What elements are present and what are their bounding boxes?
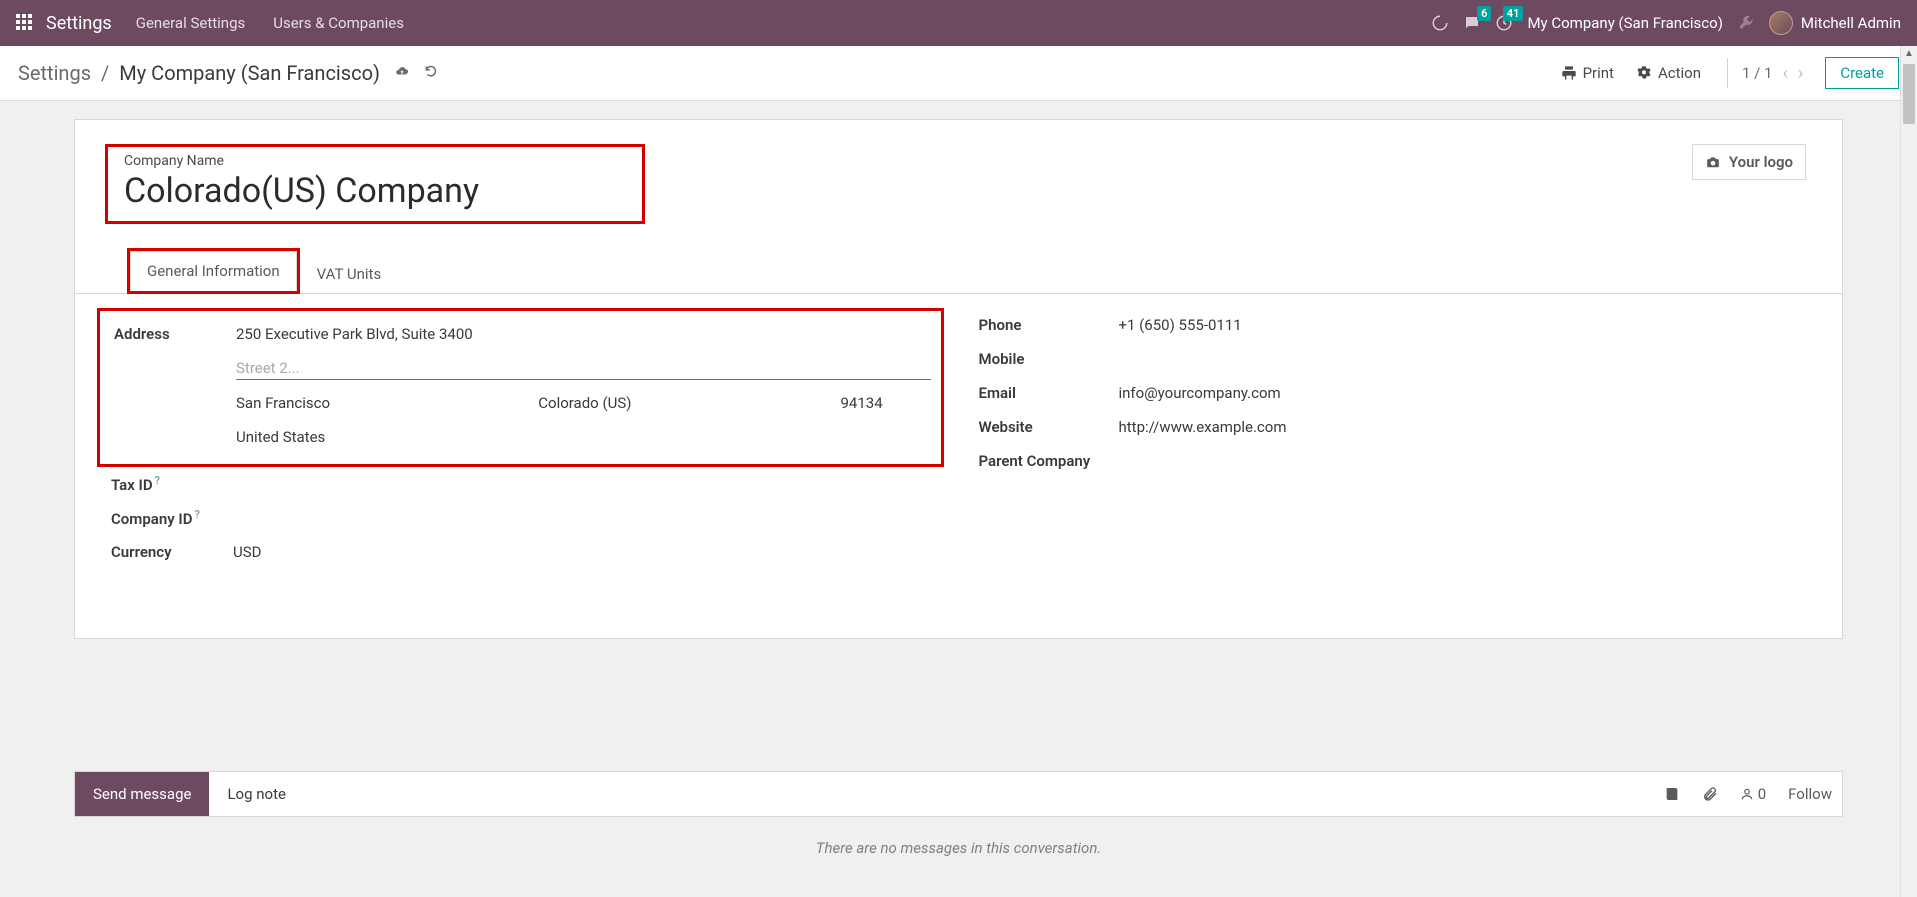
tab-general-information[interactable]: General Information [130, 251, 297, 291]
address-highlight: Address 250 Executive Park Blvd, Suite 3… [97, 308, 944, 467]
book-icon[interactable] [1664, 786, 1680, 802]
currency-value[interactable]: USD [233, 543, 939, 561]
scroll-up-icon[interactable]: ▲ [1901, 48, 1917, 59]
breadcrumb-current: My Company (San Francisco) [119, 61, 380, 85]
parent-company-label: Parent Company [979, 452, 1119, 470]
cloud-upload-icon[interactable] [394, 64, 410, 82]
company-name-value[interactable]: Colorado(US) Company [124, 171, 626, 211]
wrench-icon[interactable] [1737, 14, 1755, 32]
pager-text: 1 / 1 [1742, 64, 1773, 82]
form-right-column: Phone +1 (650) 555-0111 Mobile Email inf… [979, 308, 1807, 569]
send-message-button[interactable]: Send message [75, 772, 209, 816]
top-nav: Settings General Settings Users & Compan… [0, 0, 1917, 46]
currency-label: Currency [111, 543, 233, 561]
brand-title[interactable]: Settings [46, 13, 112, 34]
log-note-button[interactable]: Log note [209, 785, 303, 803]
tab-vat-label: VAT Units [317, 265, 382, 283]
pager-prev-icon[interactable]: ‹ [1783, 63, 1788, 84]
avatar [1769, 11, 1793, 35]
taxid-help-icon[interactable]: ? [155, 474, 160, 487]
topnav-company[interactable]: My Company (San Francisco) [1527, 14, 1722, 32]
chat-badge: 6 [1477, 6, 1491, 21]
undo-icon[interactable] [424, 64, 438, 82]
address-label: Address [114, 325, 236, 343]
pager-next-icon[interactable]: › [1798, 63, 1803, 84]
action-button[interactable]: Action [1636, 64, 1701, 82]
spinner-icon[interactable] [1431, 14, 1449, 32]
create-button[interactable]: Create [1825, 57, 1899, 89]
companyid-label: Company ID? [111, 508, 233, 528]
zip-value[interactable]: 94134 [841, 394, 931, 412]
company-name-label: Company Name [124, 153, 626, 169]
page-body: Company Name Colorado(US) Company Your l… [0, 101, 1917, 897]
print-button[interactable]: Print [1561, 64, 1614, 82]
log-note-label: Log note [227, 785, 285, 803]
phone-label: Phone [979, 316, 1119, 334]
follow-button[interactable]: Follow [1788, 785, 1832, 803]
phone-value[interactable]: +1 (650) 555-0111 [1119, 316, 1807, 334]
street2-input[interactable] [236, 357, 931, 380]
taxid-label: Tax ID? [111, 474, 233, 494]
city-value[interactable]: San Francisco [236, 394, 518, 412]
user-menu[interactable]: Mitchell Admin [1769, 11, 1901, 35]
breadcrumb-root[interactable]: Settings [18, 61, 91, 85]
state-value[interactable]: Colorado (US) [538, 394, 820, 412]
website-label: Website [979, 418, 1119, 436]
companyid-help-icon[interactable]: ? [194, 508, 199, 521]
tab-general-highlight: General Information [127, 248, 300, 294]
print-label: Print [1583, 64, 1614, 82]
tab-vat-units[interactable]: VAT Units [300, 254, 399, 294]
form-left-column: Address 250 Executive Park Blvd, Suite 3… [111, 308, 939, 569]
your-logo-label: Your logo [1729, 153, 1793, 171]
your-logo-button[interactable]: Your logo [1692, 144, 1806, 180]
mobile-label: Mobile [979, 350, 1119, 368]
street1-value[interactable]: 250 Executive Park Blvd, Suite 3400 [236, 325, 931, 343]
chat-icon[interactable]: 6 [1463, 14, 1481, 32]
country-value[interactable]: United States [236, 428, 931, 446]
menu-users-companies[interactable]: Users & Companies [273, 14, 404, 32]
scrollbar[interactable]: ▲ [1900, 46, 1917, 897]
apps-icon[interactable] [16, 14, 34, 32]
website-value[interactable]: http://www.example.com [1119, 418, 1807, 436]
empty-conversation-message: There are no messages in this conversati… [0, 839, 1917, 857]
followers-number: 0 [1758, 785, 1766, 803]
send-message-label: Send message [93, 785, 191, 803]
scroll-thumb[interactable] [1903, 64, 1915, 124]
form-card: Company Name Colorado(US) Company Your l… [74, 119, 1843, 639]
create-label: Create [1840, 64, 1884, 82]
email-value[interactable]: info@yourcompany.com [1119, 384, 1807, 402]
action-label: Action [1658, 64, 1701, 82]
tab-general-label: General Information [147, 262, 280, 280]
user-name: Mitchell Admin [1801, 14, 1901, 32]
menu-general-settings[interactable]: General Settings [136, 14, 246, 32]
control-bar: Settings / My Company (San Francisco) Pr… [0, 46, 1917, 101]
clock-icon[interactable]: 41 [1495, 14, 1513, 32]
followers-count[interactable]: 0 [1740, 785, 1766, 803]
company-name-highlight: Company Name Colorado(US) Company [105, 144, 645, 224]
breadcrumb: Settings / My Company (San Francisco) [18, 61, 438, 85]
email-label: Email [979, 384, 1119, 402]
clock-badge: 41 [1503, 6, 1524, 21]
chatter-bar: Send message Log note 0 Follow [74, 771, 1843, 817]
breadcrumb-sep: / [101, 61, 109, 85]
attachment-icon[interactable] [1702, 786, 1718, 802]
